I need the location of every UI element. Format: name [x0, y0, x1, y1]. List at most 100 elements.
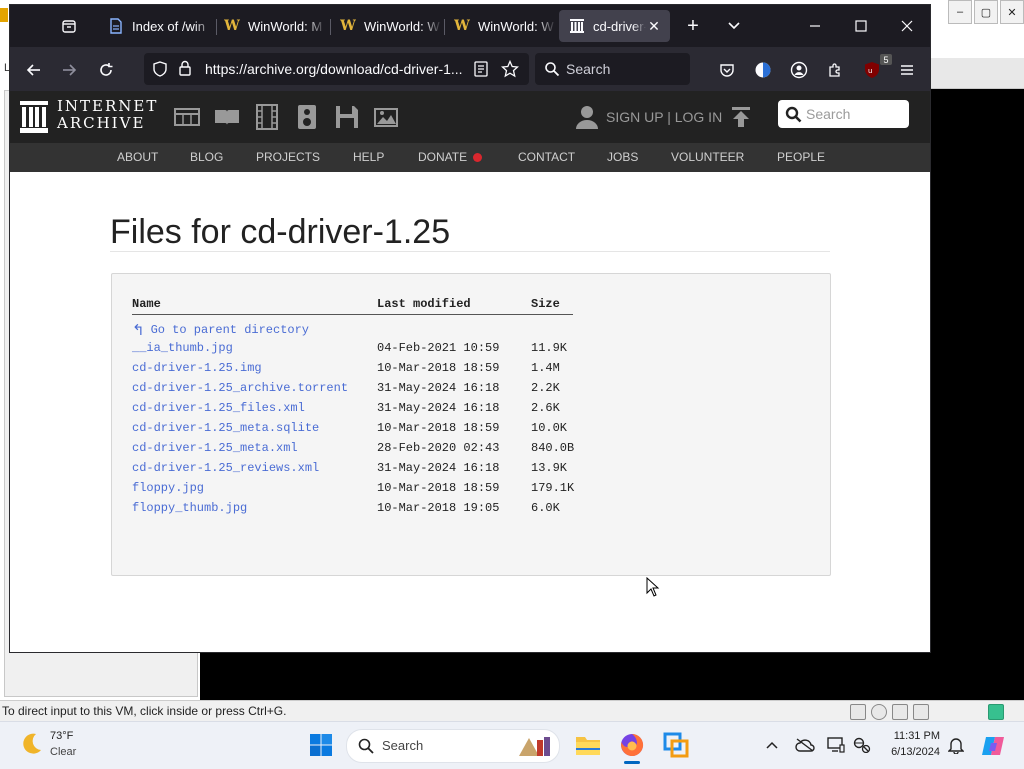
vm-floppy-icon[interactable] [892, 704, 908, 720]
user-icon[interactable] [576, 105, 598, 134]
url-bar[interactable]: https://archive.org/download/cd-driver-1… [144, 53, 529, 85]
forward-icon[interactable] [57, 58, 81, 82]
file-link[interactable]: cd-driver-1.25_archive.torrent [132, 381, 348, 395]
network-icon[interactable] [852, 735, 872, 755]
host-close-icon[interactable]: ✕ [1000, 0, 1024, 24]
title-divider [110, 251, 830, 252]
weather-temperature[interactable]: 73°F [50, 730, 73, 742]
search-bar[interactable]: Search [535, 53, 690, 85]
file-modified: 10-Mar-2018 18:59 [377, 481, 500, 495]
back-icon[interactable] [22, 58, 46, 82]
vmware-icon[interactable] [660, 729, 692, 761]
account-icon[interactable] [787, 58, 811, 82]
column-header-name[interactable]: Name [132, 297, 161, 311]
bookmark-star-icon[interactable] [500, 59, 520, 83]
onedrive-offline-icon[interactable] [795, 735, 815, 755]
vm-device-icon[interactable] [850, 704, 866, 720]
audio-icon[interactable] [293, 103, 321, 131]
taskbar-search[interactable]: Search [346, 729, 560, 763]
host-minimize-icon[interactable]: – [948, 0, 972, 24]
notification-bell-icon[interactable] [946, 735, 966, 755]
close-window-icon[interactable] [884, 5, 930, 47]
images-icon[interactable] [373, 103, 401, 131]
pocket-icon[interactable] [715, 58, 739, 82]
ia-search-field[interactable]: Search [778, 100, 909, 128]
vm-message-icon[interactable] [988, 704, 1004, 720]
nav-people[interactable]: PEOPLE [777, 150, 825, 164]
tab-index-of[interactable]: Index of /win [98, 10, 214, 42]
parent-directory-link[interactable]: ↰ Go to parent directory [132, 321, 309, 339]
file-size: 2.6K [531, 401, 560, 415]
nav-jobs[interactable]: JOBS [607, 150, 638, 164]
url-text[interactable]: https://archive.org/download/cd-driver-1… [205, 61, 465, 77]
shield-icon[interactable] [152, 61, 168, 82]
reader-view-icon[interactable] [474, 61, 488, 82]
winworld-icon: W [340, 18, 356, 34]
chevron-up-icon[interactable] [762, 735, 782, 755]
weather-moon-icon[interactable] [18, 731, 44, 762]
vm-cd-icon[interactable] [871, 704, 887, 720]
nav-blog[interactable]: BLOG [190, 150, 223, 164]
books-icon[interactable] [213, 103, 241, 131]
copilot-icon[interactable] [980, 733, 1006, 764]
column-header-size[interactable]: Size [531, 297, 560, 311]
vm-usb-icon[interactable] [913, 704, 929, 720]
column-header-modified[interactable]: Last modified [377, 297, 471, 311]
winworld-icon: W [454, 18, 470, 34]
chevron-down-icon[interactable] [723, 15, 745, 37]
nav-donate[interactable]: DONATE [418, 150, 483, 164]
vm-status-bar: To direct input to this VM, click inside… [0, 700, 1024, 722]
nav-about[interactable]: ABOUT [117, 150, 158, 164]
web-archive-icon[interactable] [173, 103, 201, 131]
svg-text:u: u [868, 67, 872, 75]
vm-status-text: To direct input to this VM, click inside… [2, 704, 287, 718]
file-link[interactable]: cd-driver-1.25_meta.xml [132, 441, 298, 455]
display-icon[interactable] [826, 735, 846, 755]
maximize-icon[interactable] [838, 5, 884, 47]
software-icon[interactable] [333, 103, 361, 131]
tab-winworld-2[interactable]: W WinWorld: W [330, 10, 442, 42]
nav-contact[interactable]: CONTACT [518, 150, 575, 164]
file-link[interactable]: cd-driver-1.25_files.xml [132, 401, 305, 415]
file-modified: 10-Mar-2018 18:59 [377, 361, 500, 375]
file-size: 840.0B [531, 441, 575, 455]
reload-icon[interactable] [94, 58, 118, 82]
tab-cd-driver[interactable]: cd-driver-1 ✕ [559, 10, 670, 42]
close-tab-icon[interactable]: ✕ [646, 18, 662, 35]
nav-volunteer[interactable]: VOLUNTEER [671, 150, 744, 164]
upload-icon[interactable] [731, 106, 751, 133]
tab-overview-icon[interactable] [58, 15, 80, 37]
weather-condition[interactable]: Clear [50, 746, 76, 758]
file-link[interactable]: cd-driver-1.25_meta.sqlite [132, 421, 319, 435]
nav-help[interactable]: HELP [353, 150, 384, 164]
nav-projects[interactable]: PROJECTS [256, 150, 320, 164]
file-link[interactable]: floppy.jpg [132, 481, 204, 495]
dark-reader-icon[interactable] [751, 58, 775, 82]
ia-logo-icon[interactable] [20, 101, 48, 138]
file-link[interactable]: __ia_thumb.jpg [132, 341, 233, 355]
file-modified: 10-Mar-2018 18:59 [377, 421, 500, 435]
clock-time[interactable]: 11:31 PM [888, 730, 940, 742]
minimize-icon[interactable] [792, 5, 838, 47]
tab-winworld-1[interactable]: W WinWorld: M [214, 10, 326, 42]
host-maximize-icon[interactable]: ▢ [974, 0, 998, 24]
archive-icon [569, 18, 585, 34]
file-explorer-icon[interactable] [572, 729, 604, 761]
file-link[interactable]: cd-driver-1.25.img [132, 361, 262, 375]
document-icon [108, 18, 124, 34]
clock-date[interactable]: 6/13/2024 [884, 746, 940, 758]
lock-icon[interactable] [178, 60, 192, 81]
firefox-icon[interactable] [616, 729, 648, 764]
menu-icon[interactable] [895, 58, 919, 82]
file-link[interactable]: cd-driver-1.25_reviews.xml [132, 461, 319, 475]
ia-logo-text[interactable]: INTERNET ARCHIVE [57, 98, 158, 132]
new-tab-icon[interactable]: + [682, 15, 704, 37]
tab-winworld-3[interactable]: W WinWorld: W [444, 10, 556, 42]
navigation-toolbar: https://archive.org/download/cd-driver-1… [10, 47, 930, 91]
file-modified: 04-Feb-2021 10:59 [377, 341, 500, 355]
windows-start-icon[interactable] [305, 729, 337, 761]
extensions-icon[interactable] [823, 58, 847, 82]
signup-login-link[interactable]: SIGN UP | LOG IN [606, 109, 722, 125]
file-link[interactable]: floppy_thumb.jpg [132, 501, 247, 515]
video-icon[interactable] [253, 103, 281, 131]
